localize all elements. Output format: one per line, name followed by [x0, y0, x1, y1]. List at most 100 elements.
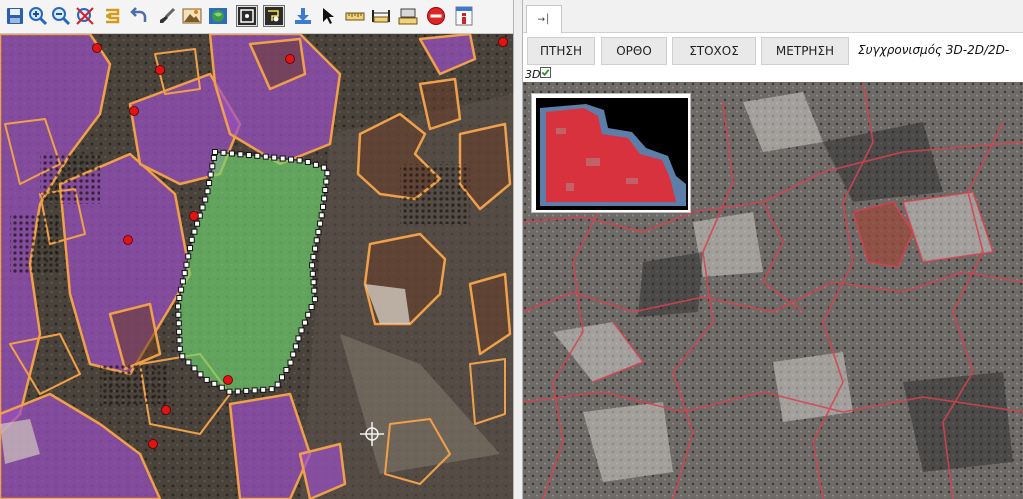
- polygon-vertex[interactable]: [179, 353, 186, 360]
- info-icon[interactable]: [453, 5, 475, 27]
- polygon-vertex[interactable]: [312, 161, 319, 168]
- polygon-vertex[interactable]: [313, 237, 320, 244]
- polygon-vertex[interactable]: [320, 203, 326, 210]
- save-icon[interactable]: [4, 5, 26, 27]
- polygon-vertex[interactable]: [251, 387, 258, 394]
- polygon-vertex[interactable]: [243, 387, 250, 394]
- zoom-in-icon[interactable]: [27, 5, 49, 27]
- polygon-vertex[interactable]: [176, 345, 183, 352]
- rotate-icon[interactable]: [101, 5, 123, 27]
- polygon-vertex[interactable]: [202, 196, 209, 203]
- polygon-vertex[interactable]: [283, 367, 290, 373]
- polygon-vertex[interactable]: [292, 343, 299, 350]
- polygon-vertex[interactable]: [210, 154, 217, 161]
- polygon-vertex[interactable]: [268, 386, 275, 393]
- polygon-vertex[interactable]: [317, 220, 324, 227]
- polygon-vertex[interactable]: [322, 187, 329, 193]
- polygon-vertex[interactable]: [175, 320, 182, 327]
- polygon-vertex[interactable]: [311, 287, 318, 294]
- polygon-vertex[interactable]: [304, 159, 311, 165]
- polygon-vertex[interactable]: [320, 164, 327, 171]
- polygon-vertex[interactable]: [188, 236, 195, 243]
- pin-tab[interactable]: →│: [526, 5, 562, 33]
- polygon-vertex[interactable]: [194, 220, 201, 227]
- ortho-button[interactable]: ΟΡΘΟ: [601, 37, 667, 65]
- polygon-vertex[interactable]: [298, 327, 305, 334]
- polygon-vertex[interactable]: [288, 156, 295, 163]
- polygon-vertex[interactable]: [228, 150, 235, 157]
- polygon-vertex[interactable]: [226, 388, 233, 395]
- polygon-vertex[interactable]: [203, 376, 210, 383]
- flight-button[interactable]: ΠΤΗΣΗ: [527, 37, 595, 65]
- stop-icon[interactable]: [425, 5, 447, 27]
- polygon-vertex[interactable]: [187, 245, 193, 252]
- select-area-icon[interactable]: [263, 5, 285, 27]
- pane-splitter[interactable]: [513, 0, 523, 499]
- polygon-vertex[interactable]: [245, 152, 252, 158]
- polygon-vertex[interactable]: [312, 245, 319, 252]
- polygon-vertex[interactable]: [234, 388, 241, 395]
- target-button[interactable]: ΣΤΟΧΟΣ: [672, 37, 756, 65]
- polygon-vertex[interactable]: [301, 319, 308, 326]
- map-2d-view[interactable]: [0, 34, 513, 499]
- polygon-vertex[interactable]: [323, 178, 330, 185]
- polygon-vertex[interactable]: [260, 386, 267, 393]
- polygon-vertex[interactable]: [204, 188, 211, 195]
- polygon-vertex[interactable]: [254, 152, 261, 159]
- polygon-vertex[interactable]: [218, 384, 225, 391]
- polygon-vertex[interactable]: [321, 195, 328, 202]
- measure-button[interactable]: ΜΕΤΡΗΣΗ: [761, 37, 849, 65]
- polygon-vertex[interactable]: [318, 212, 325, 219]
- polygon-vertex[interactable]: [179, 278, 186, 285]
- polygon-vertex[interactable]: [308, 304, 315, 310]
- pointer-icon[interactable]: [318, 5, 340, 27]
- globe-icon[interactable]: [207, 5, 229, 27]
- polygon-vertex[interactable]: [295, 335, 302, 342]
- polygon-vertex[interactable]: [178, 286, 185, 293]
- polygon-vertex[interactable]: [279, 155, 286, 162]
- polygon-vertex[interactable]: [290, 351, 297, 358]
- polygon-vertex[interactable]: [175, 311, 182, 318]
- sync-checkbox[interactable]: [540, 67, 551, 78]
- measure-width-icon[interactable]: [370, 5, 392, 27]
- polygon-vertex[interactable]: [197, 371, 204, 378]
- polygon-vertex[interactable]: [209, 163, 216, 170]
- polygon-vertex[interactable]: [206, 180, 213, 186]
- overview-inset[interactable]: [531, 93, 691, 213]
- polygon-vertex[interactable]: [305, 311, 312, 318]
- polygon-vertex[interactable]: [309, 262, 316, 269]
- undo-icon[interactable]: [128, 5, 150, 27]
- polygon-vertex[interactable]: [262, 153, 269, 160]
- polygon-vertex[interactable]: [311, 296, 318, 303]
- polygon-vertex[interactable]: [191, 228, 198, 235]
- polygon-vertex[interactable]: [175, 303, 182, 310]
- polygon-vertex[interactable]: [237, 151, 244, 158]
- polygon-vertex[interactable]: [199, 204, 206, 211]
- polygon-vertex[interactable]: [274, 381, 281, 388]
- polygon-vertex[interactable]: [315, 228, 322, 235]
- brush-icon[interactable]: [156, 5, 178, 27]
- zoom-extent-icon[interactable]: [74, 5, 96, 27]
- polygon-vertex[interactable]: [185, 253, 192, 260]
- polygon-vertex[interactable]: [271, 154, 278, 161]
- polygon-vertex[interactable]: [324, 170, 331, 177]
- polygon-vertex[interactable]: [212, 149, 218, 155]
- select-point-icon[interactable]: [236, 5, 258, 27]
- zoom-out-icon[interactable]: [50, 5, 72, 27]
- polygon-vertex[interactable]: [287, 359, 294, 366]
- measure-area-icon[interactable]: [397, 5, 419, 27]
- polygon-vertex[interactable]: [176, 337, 183, 344]
- polygon-vertex[interactable]: [185, 359, 192, 366]
- polygon-vertex[interactable]: [310, 279, 317, 286]
- polygon-vertex[interactable]: [207, 171, 214, 178]
- polygon-vertex[interactable]: [310, 253, 317, 260]
- polygon-vertex[interactable]: [183, 261, 190, 268]
- polygon-vertex[interactable]: [191, 365, 198, 372]
- polygon-vertex[interactable]: [181, 270, 188, 277]
- polygon-vertex[interactable]: [296, 157, 303, 164]
- polygon-vertex[interactable]: [220, 149, 227, 156]
- image-layer-icon[interactable]: [181, 5, 203, 27]
- download-icon[interactable]: [292, 5, 314, 27]
- polygon-vertex[interactable]: [309, 270, 316, 277]
- polygon-vertex[interactable]: [211, 380, 218, 387]
